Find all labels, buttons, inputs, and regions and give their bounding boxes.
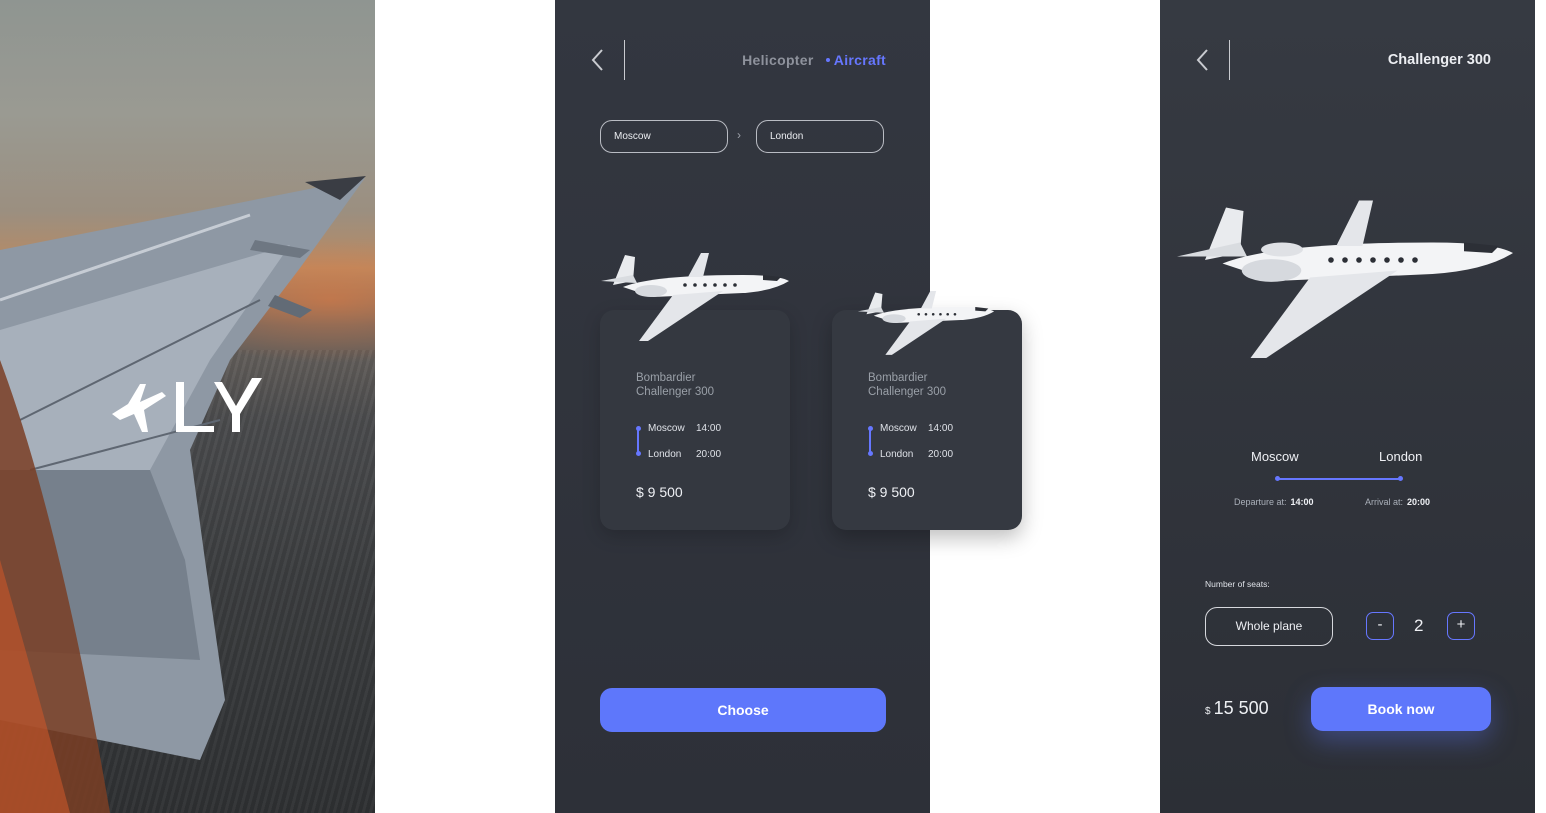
jet-image xyxy=(857,291,995,355)
header-divider xyxy=(1229,40,1230,80)
aircraft-name: Bombardier Challenger 300 xyxy=(868,371,978,399)
aircraft-make: Bombardier xyxy=(636,372,696,384)
departure-info: Departure at: 14:00 xyxy=(1234,497,1314,507)
choose-button[interactable]: Choose xyxy=(600,688,886,732)
seats-label: Number of seats: xyxy=(1205,579,1270,589)
arrival-leg: London 20:00 xyxy=(880,449,953,460)
tab-helicopter[interactable]: Helicopter xyxy=(742,52,813,68)
arrival-label: Arrival at: xyxy=(1365,497,1404,507)
jet-image xyxy=(1177,200,1513,358)
seat-count: 2 xyxy=(1414,616,1424,635)
departure-leg: Moscow 14:00 xyxy=(880,423,953,434)
departure-leg: Moscow 14:00 xyxy=(648,423,721,434)
leg-city: Moscow xyxy=(880,423,917,434)
departure-time: 14:00 xyxy=(1290,497,1314,507)
vehicle-type-tabs: Helicopter Aircraft xyxy=(742,52,886,68)
whole-plane-button[interactable]: Whole plane xyxy=(1205,607,1333,646)
back-arrow-icon[interactable] xyxy=(589,48,607,72)
route-line xyxy=(1275,476,1403,481)
route-arrow-icon: › xyxy=(737,128,741,142)
leg-time: 14:00 xyxy=(928,423,954,434)
leg-city: Moscow xyxy=(648,423,685,434)
leg-city: London xyxy=(880,449,914,460)
back-arrow-icon[interactable] xyxy=(1194,48,1212,72)
leg-time: 20:00 xyxy=(696,449,722,460)
arrival-time: 20:00 xyxy=(1407,497,1431,507)
book-now-button[interactable]: Book now xyxy=(1311,687,1491,731)
aircraft-model: Challenger 300 xyxy=(636,386,715,398)
route-rail xyxy=(867,426,873,456)
header-divider xyxy=(624,40,625,80)
from-city: Moscow xyxy=(1251,449,1299,464)
card-price: $ 9 500 xyxy=(636,484,683,500)
detail-screen: Challenger 300 Moscow London Departure a… xyxy=(1160,0,1535,813)
tab-aircraft[interactable]: Aircraft xyxy=(825,52,886,68)
aircraft-make: Bombardier xyxy=(868,372,928,384)
card-price: $ 9 500 xyxy=(868,484,915,500)
aircraft-name: Bombardier Challenger 300 xyxy=(636,371,746,399)
arrival-leg: London 20:00 xyxy=(648,449,721,460)
tab-aircraft-label: Aircraft xyxy=(833,52,886,68)
total-price: $15 500 xyxy=(1205,698,1269,719)
decrement-seats-button[interactable]: - xyxy=(1366,612,1394,640)
total-amount: 15 500 xyxy=(1213,698,1269,718)
page-title: Challenger 300 xyxy=(1387,52,1491,68)
leg-time: 20:00 xyxy=(928,449,954,460)
leg-time: 14:00 xyxy=(696,423,722,434)
from-city-input[interactable]: Moscow xyxy=(600,120,728,153)
splash-screen xyxy=(0,0,375,813)
increment-seats-button[interactable]: + xyxy=(1447,612,1475,640)
departure-label: Departure at: xyxy=(1234,497,1287,507)
leg-city: London xyxy=(648,449,682,460)
to-city: London xyxy=(1379,449,1423,464)
to-city-input[interactable]: London xyxy=(756,120,884,153)
aircraft-model: Challenger 300 xyxy=(868,386,947,398)
jet-image xyxy=(601,253,789,341)
active-tab-dot xyxy=(825,58,830,63)
arrival-info: Arrival at: 20:00 xyxy=(1365,497,1430,507)
route-rail xyxy=(635,426,641,456)
fly-logo xyxy=(112,378,262,432)
currency-symbol: $ xyxy=(1205,706,1211,717)
